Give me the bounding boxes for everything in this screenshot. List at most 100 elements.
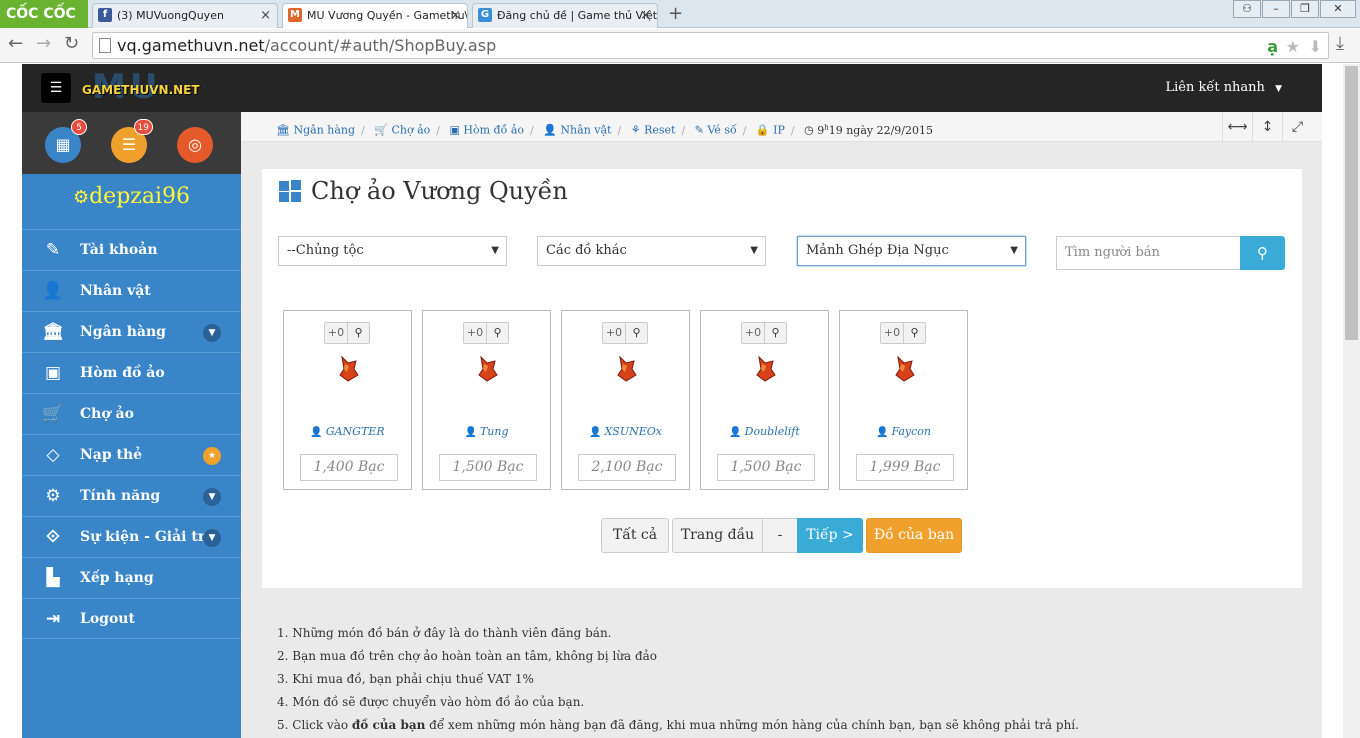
breadcrumb-bank[interactable]: Ngân hàng xyxy=(293,124,355,137)
zoom-icon[interactable]: ⚲ xyxy=(348,322,370,344)
item-type-select[interactable]: Mảnh Ghép Địa Ngục ▼ xyxy=(797,236,1026,266)
my-items-link[interactable]: đồ của bạn xyxy=(352,718,425,732)
breadcrumb-character[interactable]: Nhân vật xyxy=(560,124,611,137)
back-icon[interactable]: ← xyxy=(8,33,23,54)
restore-icon[interactable]: ❐ xyxy=(1291,0,1319,18)
user-icon: 👤 xyxy=(543,123,557,137)
note-item: 2. Bạn mua đồ trên chợ ảo hoàn toàn an t… xyxy=(277,649,658,663)
sidebar-item-market[interactable]: 🛒 Chợ ảo xyxy=(22,393,241,434)
sidebar-item-label: Ngân hàng xyxy=(80,324,166,340)
site-logo[interactable]: MU GAMETHUVN.NET xyxy=(82,67,202,107)
scrollbar-thumb[interactable] xyxy=(1345,66,1358,340)
url-input[interactable]: vq.gamethuvn.net/account/#auth/ShopBuy.a… xyxy=(92,32,1329,59)
zoom-icon[interactable]: ⚲ xyxy=(904,322,926,344)
next-page-button[interactable]: Tiếp > xyxy=(797,518,863,553)
item-level-button[interactable]: +0 xyxy=(324,322,348,344)
expand-height-icon[interactable]: ↕ xyxy=(1252,112,1282,142)
zoom-icon[interactable]: ⚲ xyxy=(765,322,787,344)
bookmark-star-icon[interactable]: ★ xyxy=(1286,34,1300,59)
breadcrumb-market[interactable]: Chợ ảo xyxy=(391,124,430,137)
quick-links-dropdown[interactable]: Liên kết nhanh ▼ xyxy=(1165,80,1282,95)
item-card[interactable]: +0 ⚲ 👤 GANGTER 1,400 Bạc xyxy=(283,310,412,490)
reload-icon[interactable]: ↻ xyxy=(64,33,79,54)
bank-icon: 🏛 xyxy=(276,123,290,137)
item-card[interactable]: +0 ⚲ 👤 XSUNEOx 2,100 Bạc xyxy=(561,310,690,490)
item-level-button[interactable]: +0 xyxy=(463,322,487,344)
clock-icon: ◷ xyxy=(804,123,814,137)
forward-icon[interactable]: → xyxy=(36,33,51,54)
search-button[interactable]: ⚲ xyxy=(1240,236,1285,270)
seller-name[interactable]: 👤 Doublelift xyxy=(701,425,828,438)
hamburger-menu-icon[interactable]: ☰ xyxy=(41,73,71,103)
zoom-icon[interactable]: ⚲ xyxy=(626,322,648,344)
breadcrumb-chest[interactable]: Hòm đồ ảo xyxy=(463,124,524,137)
seller-search-input[interactable]: Tìm người bán xyxy=(1056,236,1241,270)
browser-brand-logo[interactable]: CỐC CỐC xyxy=(0,0,88,28)
seller-search-placeholder: Tìm người bán xyxy=(1065,245,1160,260)
sidebar-item-virtual-chest[interactable]: ▣ Hòm đồ ảo xyxy=(22,352,241,393)
sidebar-item-topup[interactable]: ◇ Nạp thẻ ★ xyxy=(22,434,241,475)
downloads-icon[interactable]: ⤓ xyxy=(1336,33,1344,54)
tab-close-icon[interactable]: × xyxy=(260,4,271,27)
breadcrumb-ip[interactable]: IP xyxy=(773,124,785,137)
website: ☰ MU GAMETHUVN.NET Liên kết nhanh ▼ ▦ 5 ☰… xyxy=(22,64,1322,738)
browser-tab-2[interactable]: M MU Vương Quyền - Gamethu\ × xyxy=(282,3,468,28)
item-card[interactable]: +0 ⚲ 👤 Faycon 1,999 Bạc xyxy=(839,310,968,490)
hell-piece-item-icon[interactable] xyxy=(475,355,499,383)
sidebar-item-ranking[interactable]: ▙ Xếp hạng xyxy=(22,557,241,598)
fullscreen-icon[interactable]: ⤢ xyxy=(1282,112,1312,142)
expand-width-icon[interactable]: ⟷ xyxy=(1222,112,1252,142)
hell-piece-item-icon[interactable] xyxy=(614,355,638,383)
item-card[interactable]: +0 ⚲ 👤 Doublelift 1,500 Bạc xyxy=(700,310,829,490)
minimize-icon[interactable]: – xyxy=(1262,0,1290,18)
item-level-button[interactable]: +0 xyxy=(602,322,626,344)
lock-icon: 🔒 xyxy=(755,123,770,137)
user-icon: 👤 xyxy=(464,427,477,438)
my-items-button[interactable]: Đồ của bạn xyxy=(866,518,962,553)
new-tab-icon[interactable]: + xyxy=(668,3,683,24)
tab-close-icon[interactable]: × xyxy=(450,4,461,27)
page-dash-button[interactable]: - xyxy=(762,518,798,553)
seller-name[interactable]: 👤 Faycon xyxy=(840,425,967,438)
seller-name[interactable]: 👤 Tung xyxy=(423,425,550,438)
typing-icon[interactable]: ạ xyxy=(1267,34,1278,59)
tab-title: MU Vương Quyền - Gamethu\ xyxy=(307,9,468,22)
seller-name[interactable]: 👤 XSUNEOx xyxy=(562,425,689,438)
sidebar-item-label: Hòm đồ ảo xyxy=(80,365,165,381)
sidebar-item-account[interactable]: ✎ Tài khoản xyxy=(22,229,241,270)
sidebar-item-features[interactable]: ⚙ Tính năng ▼ xyxy=(22,475,241,516)
item-level-button[interactable]: +0 xyxy=(741,322,765,344)
sidebar-item-bank[interactable]: 🏛 Ngân hàng ▼ xyxy=(22,311,241,352)
close-window-icon[interactable]: ✕ xyxy=(1320,0,1356,18)
item-card[interactable]: +0 ⚲ 👤 Tung 1,500 Bạc xyxy=(422,310,551,490)
sidebar-item-logout[interactable]: ⇥ Logout xyxy=(22,598,241,639)
breadcrumb-reset[interactable]: Reset xyxy=(644,124,675,137)
sidebar-item-label: Chợ ảo xyxy=(80,406,134,422)
caret-down-icon: ▼ xyxy=(1275,84,1282,94)
user-icon[interactable]: ⚇ xyxy=(1233,0,1261,18)
item-level-button[interactable]: +0 xyxy=(880,322,904,344)
sidebar-item-character[interactable]: 👤 Nhân vật xyxy=(22,270,241,311)
cart-icon: 🛒 xyxy=(42,404,64,424)
page-scrollbar[interactable] xyxy=(1343,64,1360,738)
hell-piece-item-icon[interactable] xyxy=(336,355,360,383)
chat-icon[interactable]: ◎ xyxy=(177,127,213,163)
all-button[interactable]: Tất cả xyxy=(601,518,669,553)
browser-tab-1[interactable]: f (3) MUVuongQuyen × xyxy=(92,3,278,28)
seller-name[interactable]: 👤 GANGTER xyxy=(284,425,411,438)
list-icon[interactable]: ☰ 19 xyxy=(111,119,153,163)
first-page-button[interactable]: Trang đầu xyxy=(672,518,763,553)
browser-tab-3[interactable]: G Đăng chủ đề | Game thủ Việt × xyxy=(472,3,658,28)
edit-icon: ✎ xyxy=(45,240,61,260)
hell-piece-item-icon[interactable] xyxy=(892,355,916,383)
zoom-icon[interactable]: ⚲ xyxy=(487,322,509,344)
download-arrow-icon[interactable]: ⬇ xyxy=(1309,34,1322,59)
hell-piece-item-icon[interactable] xyxy=(753,355,777,383)
sidebar-item-events[interactable]: ⟐ Sự kiện - Giải trí ▼ xyxy=(22,516,241,557)
calendar-icon[interactable]: ▦ 5 xyxy=(45,119,87,163)
tab-close-icon[interactable]: × xyxy=(640,4,651,27)
race-select[interactable]: --Chủng tộc ▼ xyxy=(278,236,507,266)
category-select[interactable]: Các đồ khác ▼ xyxy=(537,236,766,266)
breadcrumb-lottery[interactable]: Vé số xyxy=(707,124,736,137)
chevron-down-icon: ▼ xyxy=(203,324,221,342)
